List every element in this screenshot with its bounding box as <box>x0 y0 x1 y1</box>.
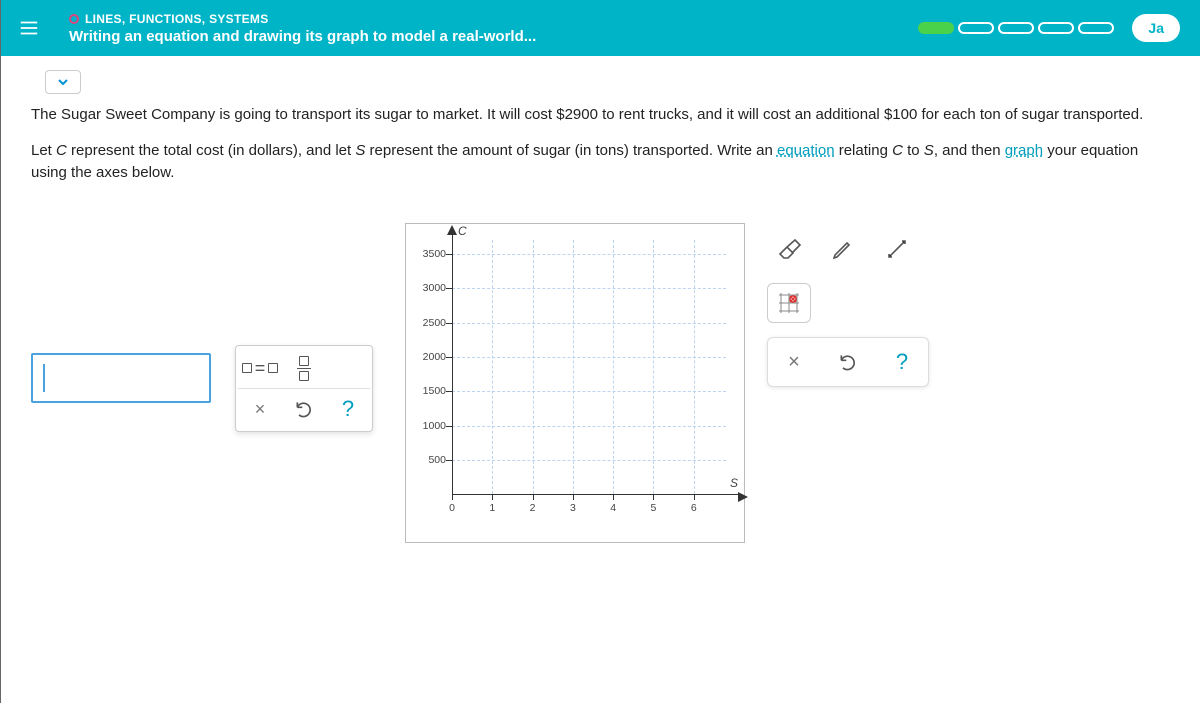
y-tick-label: 500 <box>418 454 446 466</box>
graph-help[interactable]: ? <box>880 342 924 382</box>
x-tick-label: 0 <box>445 502 459 514</box>
y-tick-label: 1000 <box>418 420 446 432</box>
progress-seg <box>958 22 994 34</box>
progress-seg <box>1038 22 1074 34</box>
y-tick-label: 3500 <box>418 248 446 260</box>
top-bar: LINES, FUNCTIONS, SYSTEMS Writing an equ… <box>1 0 1200 56</box>
graph-undo[interactable] <box>826 342 870 382</box>
user-pill[interactable]: Ja <box>1132 14 1180 42</box>
text-cursor-icon <box>43 364 45 392</box>
expand-dropdown[interactable] <box>45 70 81 94</box>
topic-dot-icon <box>69 14 79 24</box>
x-tick-label: 2 <box>526 502 540 514</box>
tool-equals[interactable]: = <box>238 348 282 388</box>
line-icon <box>885 237 909 261</box>
graph-clear[interactable]: × <box>772 342 816 382</box>
tool-undo[interactable] <box>282 389 326 429</box>
tool-line[interactable] <box>875 229 919 269</box>
undo-icon <box>838 352 858 372</box>
point-grid-icon <box>776 290 802 316</box>
progress-seg <box>918 22 954 34</box>
x-tick-label: 1 <box>485 502 499 514</box>
x-tick-label: 5 <box>646 502 660 514</box>
tool-clear[interactable]: × <box>238 389 282 429</box>
y-tick-label: 2000 <box>418 351 446 363</box>
pencil-icon <box>831 237 855 261</box>
progress-seg <box>1078 22 1114 34</box>
equation-input[interactable] <box>31 353 211 403</box>
equation-toolbar: = × ? <box>235 345 373 432</box>
tool-fraction[interactable] <box>282 348 326 388</box>
y-tick-label: 1500 <box>418 385 446 397</box>
breadcrumb: LINES, FUNCTIONS, SYSTEMS <box>85 12 269 26</box>
x-axis-label: S <box>730 476 738 490</box>
undo-icon <box>294 399 314 419</box>
progress-seg <box>998 22 1034 34</box>
x-tick-label: 3 <box>566 502 580 514</box>
tool-eraser[interactable] <box>767 229 811 269</box>
x-tick-label: 6 <box>687 502 701 514</box>
progress-bar <box>918 22 1114 34</box>
tool-point[interactable] <box>767 283 811 323</box>
lesson-title: Writing an equation and drawing its grap… <box>69 28 536 45</box>
x-tick-label: 4 <box>606 502 620 514</box>
y-axis-label: C <box>458 224 467 238</box>
link-graph[interactable]: graph <box>1005 142 1043 159</box>
y-tick-label: 2500 <box>418 317 446 329</box>
graph-canvas[interactable]: 500 1000 1500 2000 2500 3000 3500 0 1 2 3 4 5 6 C S <box>405 223 745 543</box>
problem-text: The Sugar Sweet Company is going to tran… <box>31 104 1170 183</box>
link-equation[interactable]: equation <box>777 142 835 159</box>
draw-toolbar: × ? <box>767 223 929 387</box>
chevron-down-icon <box>55 74 71 90</box>
menu-button[interactable] <box>9 8 49 48</box>
tool-help[interactable]: ? <box>326 389 370 429</box>
y-tick-label: 3000 <box>418 282 446 294</box>
tool-pencil[interactable] <box>821 229 865 269</box>
eraser-icon <box>777 237 801 261</box>
hamburger-icon <box>18 17 40 39</box>
